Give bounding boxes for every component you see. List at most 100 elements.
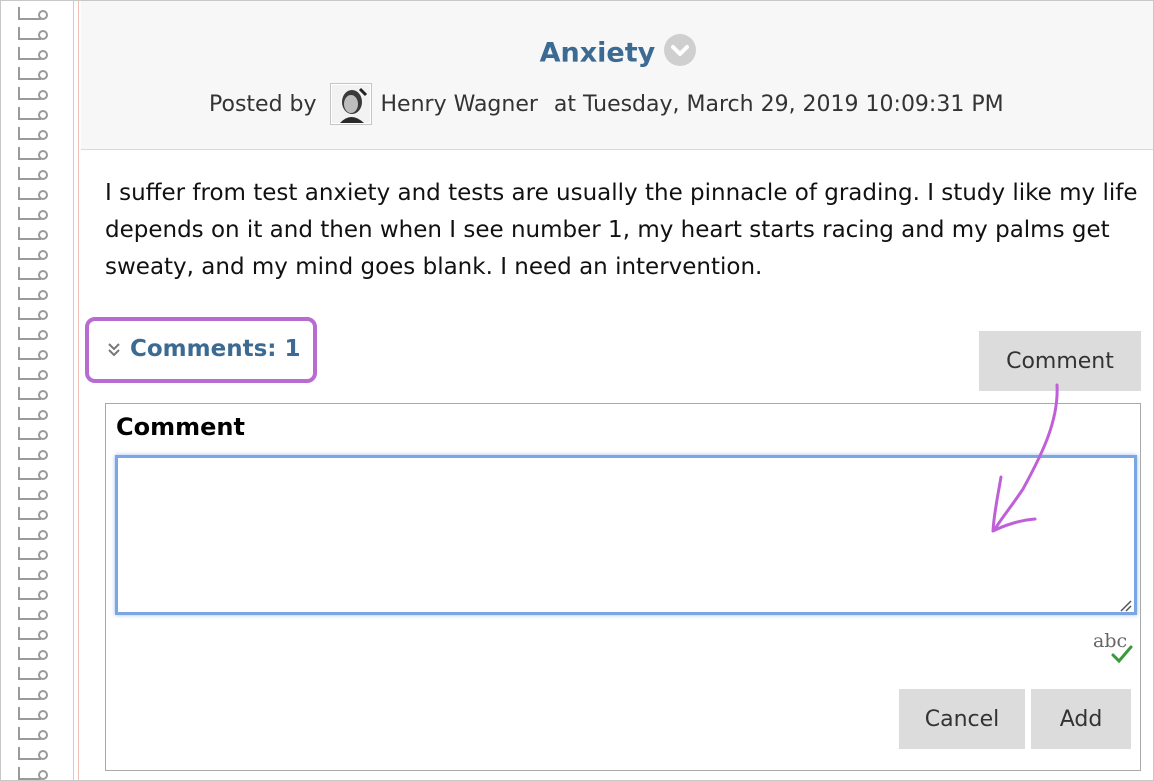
spiral-hole (38, 190, 48, 200)
spiral-ring (18, 547, 41, 560)
spiral-ring (18, 367, 41, 380)
spiral-hole (38, 350, 48, 360)
spiral-hole (38, 290, 48, 300)
spiral-ring (18, 7, 41, 20)
author-avatar (329, 83, 372, 125)
spiral-hole (38, 130, 48, 140)
spiral-hole (38, 410, 48, 420)
cancel-button[interactable]: Cancel (899, 689, 1025, 749)
spiral-ring (18, 587, 41, 600)
spiral-ring (18, 107, 41, 120)
spiral-ring (18, 707, 41, 720)
spiral-hole (38, 770, 48, 780)
comment-form-label: Comment (116, 413, 245, 441)
resize-grip-icon[interactable] (1117, 597, 1133, 613)
spiral-ring (18, 207, 41, 220)
spiral-ring (18, 307, 41, 320)
comment-button[interactable]: Comment (979, 331, 1141, 391)
post-title[interactable]: Anxiety (540, 38, 656, 69)
spiral-ring (18, 767, 41, 780)
spiral-ring (18, 567, 41, 580)
spiral-hole (38, 730, 48, 740)
spiral-ring (18, 287, 41, 300)
spiral-ring (18, 527, 41, 540)
spiral-hole (38, 670, 48, 680)
spiral-hole (38, 50, 48, 60)
spiral-ring (18, 347, 41, 360)
spiral-hole (38, 450, 48, 460)
spiral-hole (38, 330, 48, 340)
author-name: Henry Wagner (380, 91, 538, 117)
spiral-hole (38, 510, 48, 520)
comment-textarea[interactable] (115, 455, 1137, 615)
spiral-hole (38, 650, 48, 660)
spiral-ring (18, 467, 41, 480)
comments-count-label: Comments: 1 (130, 336, 301, 362)
spiral-hole (38, 250, 48, 260)
spiral-ring (18, 147, 41, 160)
spiral-hole (38, 590, 48, 600)
spiral-ring (18, 507, 41, 520)
spiral-ring (18, 167, 41, 180)
spellcheck-icon[interactable]: abc (1091, 627, 1135, 665)
spiral-ring (18, 407, 41, 420)
spiral-ring (18, 487, 41, 500)
spiral-hole (38, 550, 48, 560)
spiral-hole (38, 630, 48, 640)
spiral-hole (38, 610, 48, 620)
spiral-ring (18, 687, 41, 700)
spiral-hole (38, 490, 48, 500)
spiral-hole (38, 150, 48, 160)
spiral-hole (38, 430, 48, 440)
journal-window: Anxiety Posted by Henry Wagner at Tuesda… (0, 0, 1154, 781)
spiral-hole (38, 90, 48, 100)
spiral-hole (38, 710, 48, 720)
spiral-hole (38, 390, 48, 400)
spiral-hole (38, 310, 48, 320)
spiral-ring (18, 87, 41, 100)
spiral-ring (18, 227, 41, 240)
spiral-hole (38, 170, 48, 180)
spiral-hole (38, 530, 48, 540)
post-meta: Posted by Henry Wagner at Tuesday, March… (209, 81, 1004, 127)
spiral-hole (38, 10, 48, 20)
spiral-hole (38, 210, 48, 220)
spiral-ring (18, 647, 41, 660)
spiral-ring (18, 327, 41, 340)
spiral-ring (18, 247, 41, 260)
spiral-ring (18, 627, 41, 640)
post-title-row: Anxiety (81, 34, 1153, 69)
spiral-ring (18, 47, 41, 60)
post-body: I suffer from test anxiety and tests are… (105, 180, 1138, 280)
spiral-ring (18, 447, 41, 460)
spiral-ring (18, 27, 41, 40)
spiral-hole (38, 570, 48, 580)
spiral-ring (18, 127, 41, 140)
spiral-hole (38, 110, 48, 120)
spiral-ring (18, 427, 41, 440)
spiral-hole (38, 750, 48, 760)
notebook-margin-line (73, 1, 79, 780)
spiral-ring (18, 727, 41, 740)
post-header (81, 1, 1153, 150)
svg-text:abc: abc (1093, 630, 1127, 652)
spiral-ring (18, 187, 41, 200)
spiral-hole (38, 470, 48, 480)
spiral-hole (38, 270, 48, 280)
spiral-hole (38, 30, 48, 40)
spiral-hole (38, 370, 48, 380)
expand-chevrons-icon (108, 343, 120, 357)
spiral-ring (18, 667, 41, 680)
spiral-ring (18, 607, 41, 620)
post-timestamp: at Tuesday, March 29, 2019 10:09:31 PM (553, 91, 1004, 117)
spiral-hole (38, 230, 48, 240)
spiral-ring (18, 267, 41, 280)
comments-toggle[interactable]: Comments: 1 (107, 336, 300, 362)
title-options-icon[interactable] (664, 34, 697, 66)
spiral-ring (18, 747, 41, 760)
spiral-hole (38, 70, 48, 80)
add-button[interactable]: Add (1031, 689, 1131, 749)
spiral-ring (18, 387, 41, 400)
posted-by-label: Posted by (209, 91, 317, 117)
spiral-hole (38, 690, 48, 700)
